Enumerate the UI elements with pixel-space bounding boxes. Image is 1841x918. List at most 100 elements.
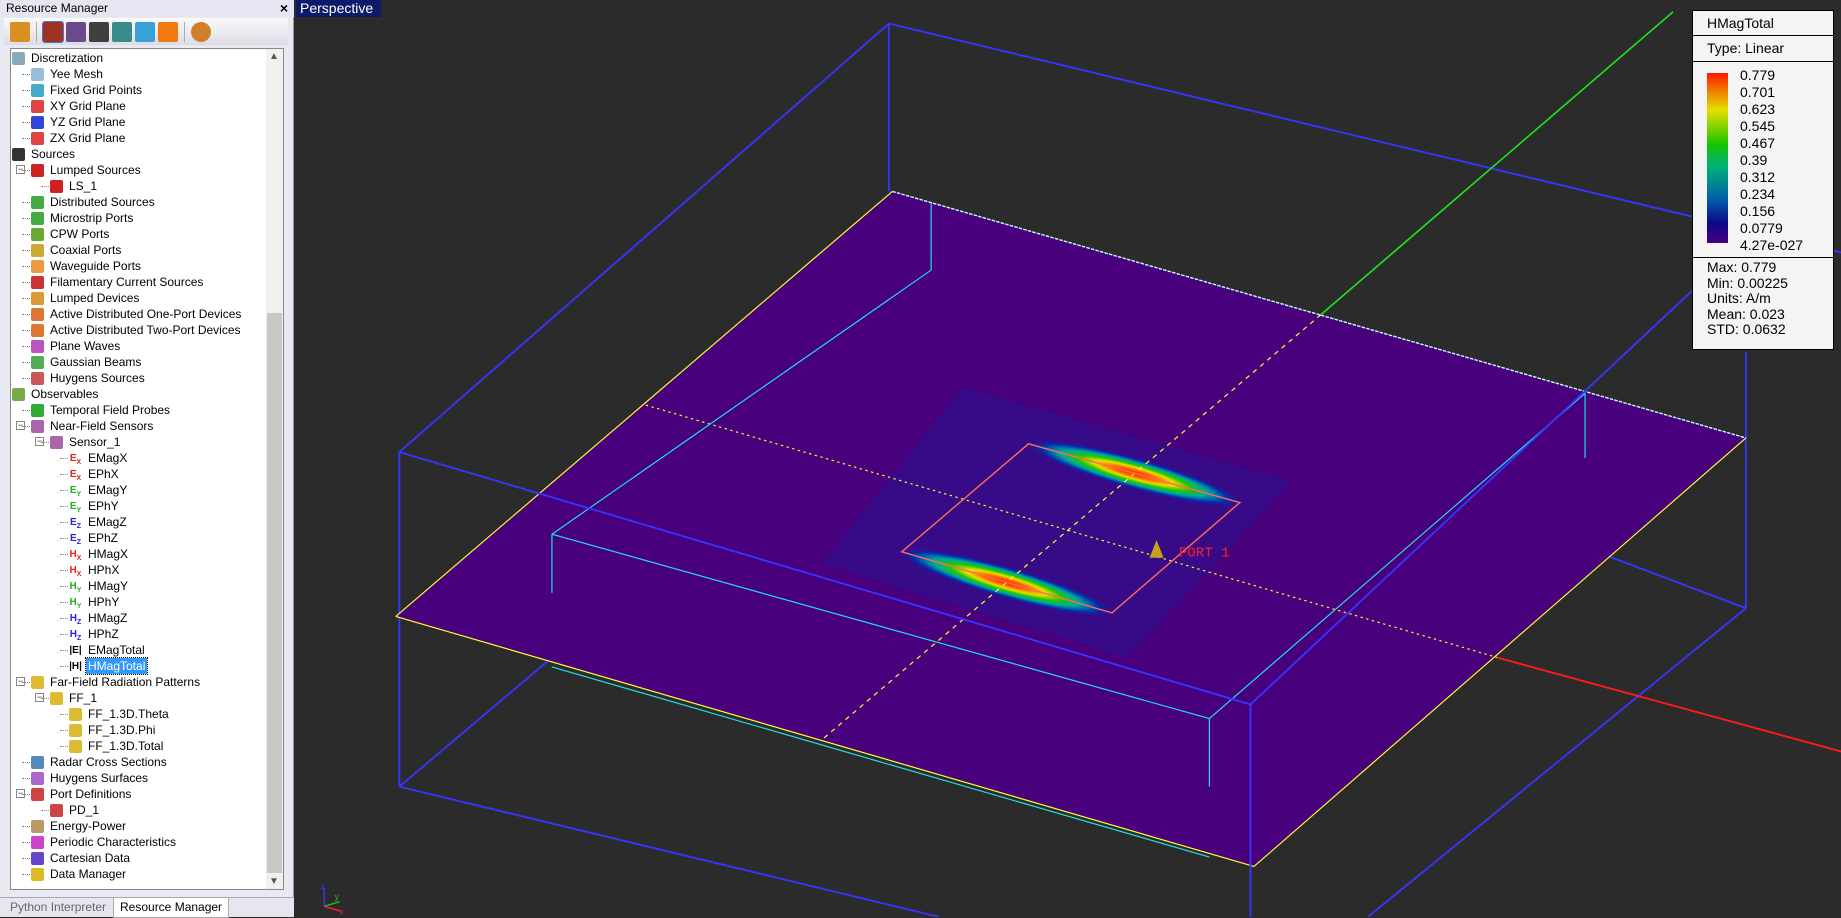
tree-item[interactable]: |E| EMagTotal (69, 642, 147, 658)
tree-connector (60, 474, 68, 475)
tree-item[interactable]: Plane Waves (31, 338, 122, 354)
tree-item[interactable]: HZ HMagZ (69, 610, 129, 626)
colorbar-tick-label: 0.234 (1740, 186, 1776, 202)
tree-item[interactable]: XY Grid Plane (31, 98, 128, 114)
tree-item[interactable]: − Sensor_1 (35, 434, 122, 450)
tree-item[interactable]: Radar Cross Sections (31, 754, 169, 770)
tree-item[interactable]: − FF_1 (35, 690, 99, 706)
tree-item[interactable]: Active Distributed One-Port Devices (31, 306, 243, 322)
view-mode-label[interactable]: Perspective (296, 0, 382, 17)
tree-item[interactable]: EX EMagX (69, 450, 129, 466)
tree-item-label: Sensor_1 (69, 435, 121, 449)
triad-y-label: y (335, 892, 340, 901)
tree-item[interactable]: Data Manager (31, 866, 128, 882)
tree-connector (60, 634, 68, 635)
tree-item[interactable]: Lumped Devices (31, 290, 141, 306)
tree-item[interactable]: −Sources (12, 146, 77, 162)
tree-connector (22, 90, 30, 91)
tree-item[interactable]: HX HMagX (69, 546, 130, 562)
tree-connector (22, 266, 30, 267)
tree-item[interactable]: Huygens Sources (31, 370, 147, 386)
waveform-icon[interactable] (66, 21, 86, 42)
project-tree[interactable]: −DiscretizationYee Mesh Fixed Grid Points… (10, 48, 284, 890)
tree-item[interactable]: Distributed Sources (31, 194, 157, 210)
tree-item[interactable]: FF_1.3D.Total (69, 738, 165, 754)
yee-mesh-icon (31, 67, 44, 81)
tree-item[interactable]: FF_1.3D.Theta (69, 706, 171, 722)
tree-scrollbar[interactable]: ▲ ▼ (266, 49, 283, 889)
tree-item[interactable]: Energy-Power (31, 818, 128, 834)
tree-item[interactable]: − Far-Field Radiation Patterns (16, 674, 202, 690)
tree-item-label: Coaxial Ports (50, 243, 122, 257)
tree-item-label: Cartesian Data (50, 851, 131, 865)
tree-item[interactable]: Filamentary Current Sources (31, 274, 205, 290)
tree-item[interactable]: EZ EMagZ (69, 514, 129, 530)
tab-python-interpreter[interactable]: Python Interpreter (4, 898, 112, 918)
tree-item[interactable]: − Near-Field Sensors (16, 418, 155, 434)
simulation-icon[interactable] (135, 21, 155, 42)
mesh-icon[interactable] (112, 21, 132, 42)
two-port-icon (31, 323, 44, 337)
tree-item[interactable]: Coaxial Ports (31, 242, 123, 258)
tree-item[interactable]: ZX Grid Plane (31, 130, 127, 146)
tree-item[interactable]: PD_1 (50, 802, 101, 818)
tree-item[interactable]: Gaussian Beams (31, 354, 143, 370)
tree-item-label: FF_1 (69, 691, 98, 705)
tree-connector (60, 602, 68, 603)
tree-item[interactable]: Fixed Grid Points (31, 82, 144, 98)
hx-icon: HX (69, 548, 82, 562)
tree-item[interactable]: − Lumped Sources (16, 162, 143, 178)
scrollbar-thumb[interactable] (267, 313, 282, 873)
colorbar-tick-label: 0.467 (1740, 135, 1776, 151)
tree-item[interactable]: HX HPhX (69, 562, 121, 578)
tree-item[interactable]: −Observables (12, 386, 100, 402)
tree-item[interactable]: Huygens Surfaces (31, 770, 150, 786)
tree-item[interactable]: YZ Grid Plane (31, 114, 127, 130)
tree-item[interactable]: EX EPhX (69, 466, 121, 482)
tree-connector (22, 362, 30, 363)
library-icon[interactable] (191, 21, 211, 42)
geometry-icon[interactable] (10, 21, 30, 42)
tree-item[interactable]: Microstrip Ports (31, 210, 135, 226)
tree-item[interactable]: Active Distributed Two-Port Devices (31, 322, 243, 338)
tree-item[interactable]: EY EMagY (69, 482, 129, 498)
tree-item[interactable]: HZ HPhZ (69, 626, 121, 642)
tree-item[interactable]: Waveguide Ports (31, 258, 143, 274)
tab-resource-manager[interactable]: Resource Manager (113, 898, 230, 918)
tree-item[interactable]: EZ EPhZ (69, 530, 120, 546)
tree-item[interactable]: |H| HMagTotal (69, 657, 149, 675)
tree-item-label: HPhY (88, 595, 120, 609)
probe-icon (31, 403, 44, 417)
scroll-up-icon[interactable]: ▲ (269, 51, 279, 62)
far-field-icon (69, 739, 82, 753)
tree-item[interactable]: Periodic Characteristics (31, 834, 178, 850)
e-total-icon: |E| (69, 644, 82, 656)
sensor-icon (31, 419, 44, 433)
tree-connector (60, 570, 68, 571)
tree-item[interactable]: Temporal Field Probes (31, 402, 172, 418)
scroll-down-icon[interactable]: ▼ (269, 876, 279, 887)
components-icon[interactable] (89, 21, 109, 42)
tree-item[interactable]: −Discretization (12, 50, 105, 66)
tree-item-label: LS_1 (69, 179, 98, 193)
scene-canvas[interactable]: PORT 1 z y x (296, 0, 1841, 917)
tree-item[interactable]: Yee Mesh (31, 66, 105, 82)
close-icon[interactable]: × (280, 0, 288, 16)
3d-viewport[interactable]: PORT 1 z y x Perspective HMagTotal Type:… (296, 0, 1841, 917)
grid-icon (12, 51, 25, 65)
zx-plane-icon (31, 131, 44, 145)
materials-icon[interactable] (42, 20, 64, 43)
tree-item[interactable]: Cartesian Data (31, 850, 132, 866)
tree-item[interactable]: − Port Definitions (16, 786, 133, 802)
tree-item[interactable]: CPW Ports (31, 226, 111, 242)
one-port-icon (31, 307, 44, 321)
lumped-source-icon (50, 179, 63, 193)
tree-item[interactable]: HY HMagY (69, 578, 130, 594)
tree-item[interactable]: FF_1.3D.Phi (69, 722, 157, 738)
tree-item[interactable]: HY HPhY (69, 594, 121, 610)
results-icon[interactable] (158, 21, 178, 42)
tree-connector (22, 170, 30, 171)
waveguide-icon (31, 259, 44, 273)
tree-item[interactable]: EY EPhY (69, 498, 121, 514)
tree-item[interactable]: LS_1 (50, 178, 99, 194)
